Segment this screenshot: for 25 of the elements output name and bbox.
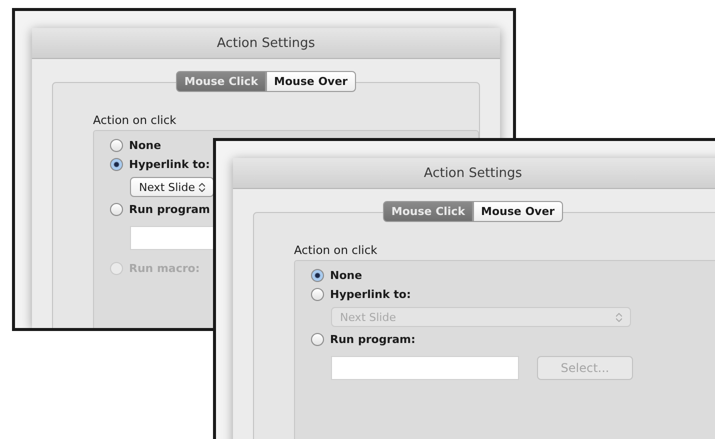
radio-label: Hyperlink to:: [330, 288, 411, 301]
group-title: Action on click: [93, 113, 178, 127]
window-title: Action Settings: [216, 36, 316, 50]
window-title: Action Settings: [424, 166, 522, 180]
radio-label: None: [129, 139, 162, 152]
radio-label: Run program: [129, 203, 210, 216]
tab[interactable]: Mouse Click: [383, 201, 474, 222]
radio-label: Hyperlink to:: [129, 158, 210, 171]
input-field[interactable]: [331, 356, 519, 380]
tab[interactable]: Mouse Over: [266, 71, 356, 92]
radio-button[interactable]: [110, 158, 123, 171]
up-down-caret-icon: [199, 182, 205, 192]
radio-button[interactable]: [110, 139, 123, 152]
radio-button[interactable]: [311, 333, 324, 346]
radio-label: Run program:: [330, 333, 416, 346]
tab[interactable]: Mouse Over: [473, 201, 563, 222]
radio-button[interactable]: [311, 269, 324, 282]
tab[interactable]: Mouse Click: [176, 71, 266, 92]
radio-label: None: [330, 269, 362, 282]
group-title: Action on click: [294, 243, 378, 257]
radio-button[interactable]: [311, 288, 324, 301]
input-field[interactable]: [130, 226, 214, 250]
popup-menu[interactable]: Next Slide: [130, 177, 214, 197]
radio-button[interactable]: [110, 203, 123, 216]
up-down-caret-icon: [616, 312, 622, 322]
